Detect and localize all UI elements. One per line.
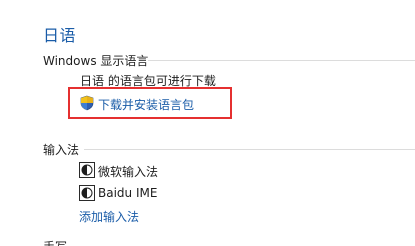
handwriting-section-label: 手写 <box>43 238 67 246</box>
language-options-page: 日语 Windows 显示语言 日语 的语言包可进行下载 下载并安装语言包 输入… <box>0 0 415 246</box>
input-method-section-label: 输入法 <box>43 143 80 157</box>
input-method-item-microsoft[interactable]: 微软输入法 <box>98 163 158 180</box>
page-title: 日语 <box>43 26 77 45</box>
microsoft-ime-icon <box>79 162 95 178</box>
add-input-method-link[interactable]: 添加输入法 <box>79 208 139 225</box>
uac-shield-icon <box>79 95 95 111</box>
input-method-item-baidu[interactable]: Baidu IME <box>98 186 157 200</box>
baidu-ime-icon <box>79 185 95 201</box>
input-method-divider <box>84 149 415 150</box>
download-language-pack-link[interactable]: 下载并安装语言包 <box>98 96 194 113</box>
display-language-section-label: Windows 显示语言 <box>43 54 149 68</box>
display-language-divider <box>148 60 415 61</box>
